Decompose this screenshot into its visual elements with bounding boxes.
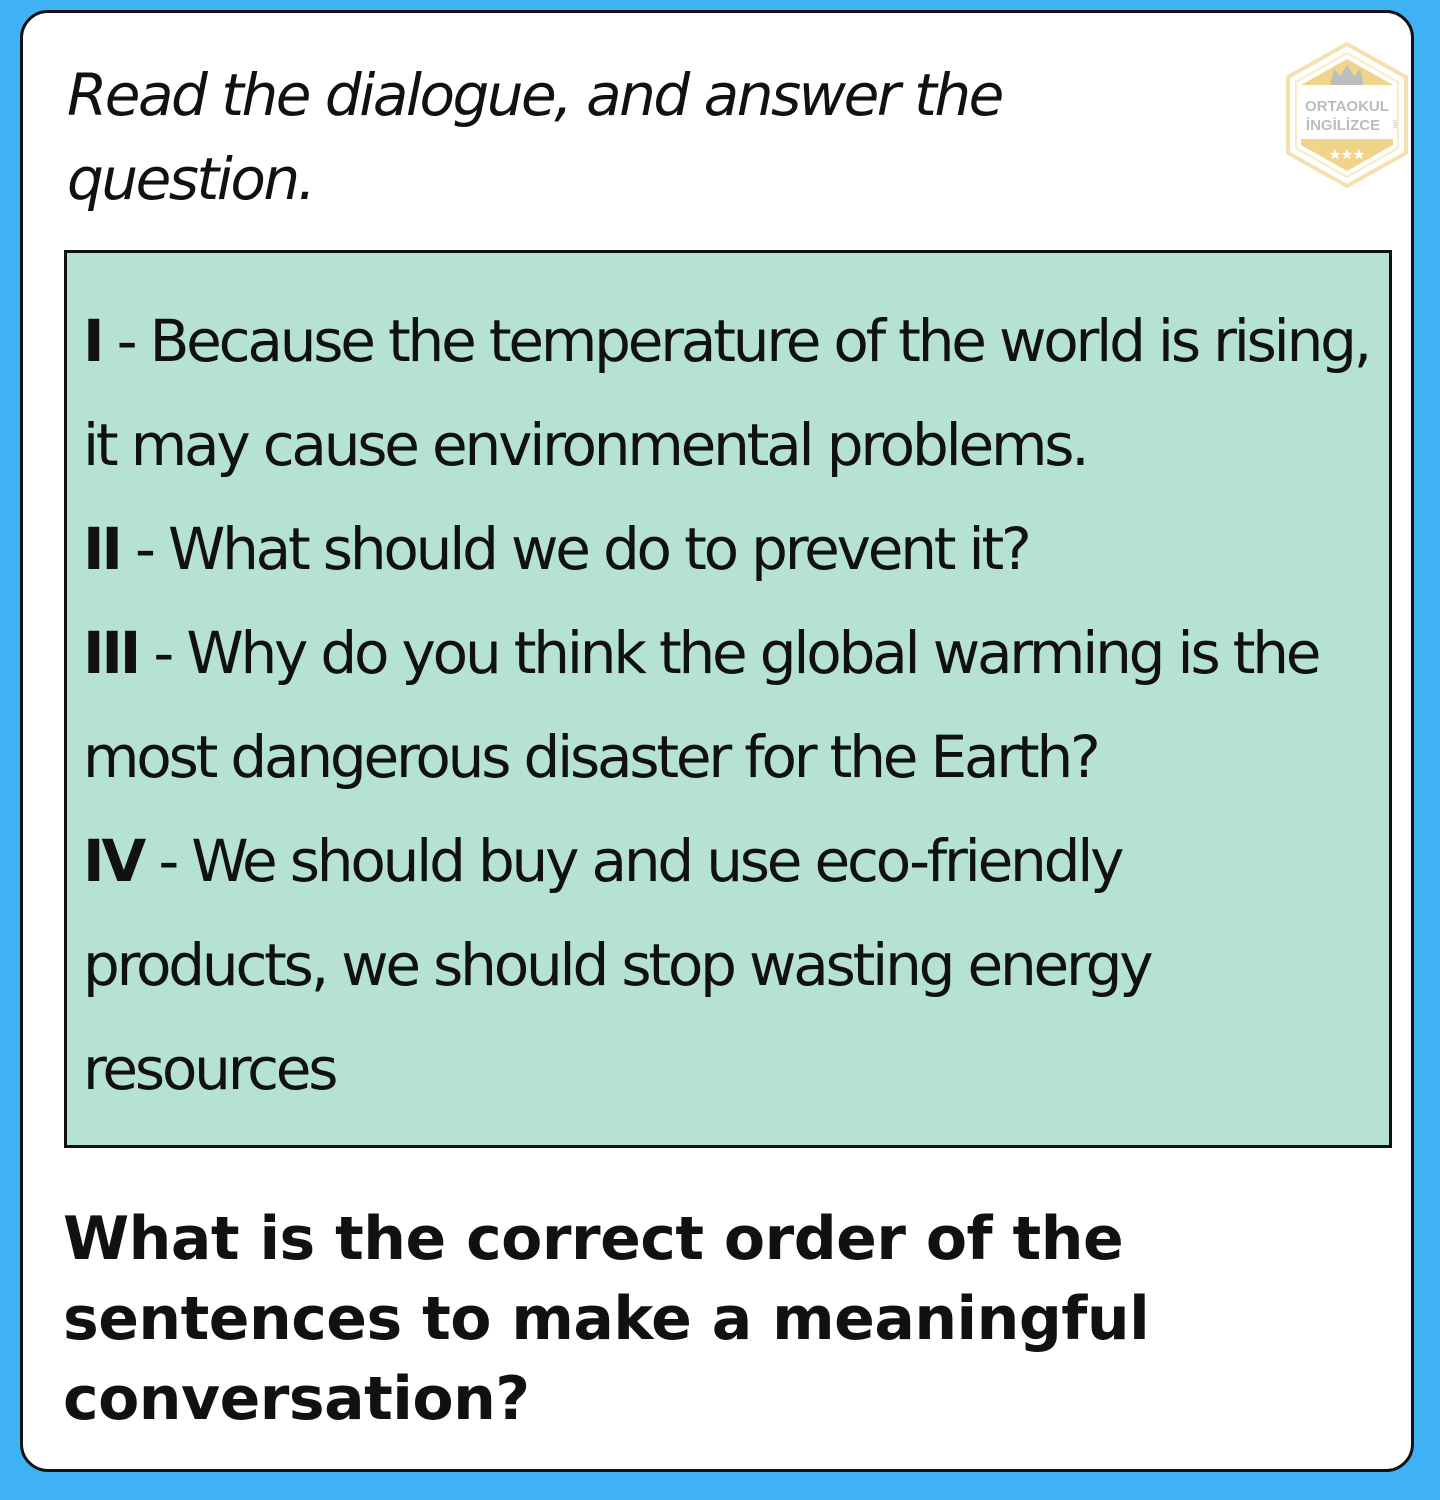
sentence-number: I [83,307,105,375]
ortaokul-ingilizce-logo: ORTAOKUL İNGİLİZCE .net [1286,41,1408,189]
dialogue-sentence-2: II - What should we do to prevent it? [83,497,1379,601]
question-card: Read the dialogue, and answer the questi… [20,10,1414,1472]
sentence-text: What should we do to prevent it? [167,515,1032,583]
question-text: What is the correct order of the sentenc… [63,1204,1150,1434]
logo-line-2: İNGİLİZCE [1306,117,1380,134]
sentence-number: IV [83,827,146,895]
sentence-text: Because the temperature of the world is … [83,307,1372,479]
dialogue-box: I - Because the temperature of the world… [64,250,1392,1148]
dialogue-sentence-4: IV - We should buy and use eco-friendly … [83,809,1379,1121]
sentence-text: Why do you think the global warming is t… [83,619,1321,791]
sentence-separator: - [138,619,187,687]
sentence-text: We should buy and use eco-friendly produ… [83,827,1154,1103]
dialogue-sentence-1: I - Because the temperature of the world… [83,289,1379,497]
instruction-text: Read the dialogue, and answer the questi… [67,61,1004,213]
sentence-separator: - [143,827,192,895]
logo-line-1: ORTAOKUL [1305,98,1389,115]
dialogue-sentence-3: III - Why do you think the global warmin… [83,601,1379,809]
sentence-separator: - [119,515,168,583]
logo-side-text: .net [1393,120,1399,130]
sentence-number: III [83,619,141,687]
sentence-separator: - [101,307,150,375]
sentence-number: II [83,515,123,583]
